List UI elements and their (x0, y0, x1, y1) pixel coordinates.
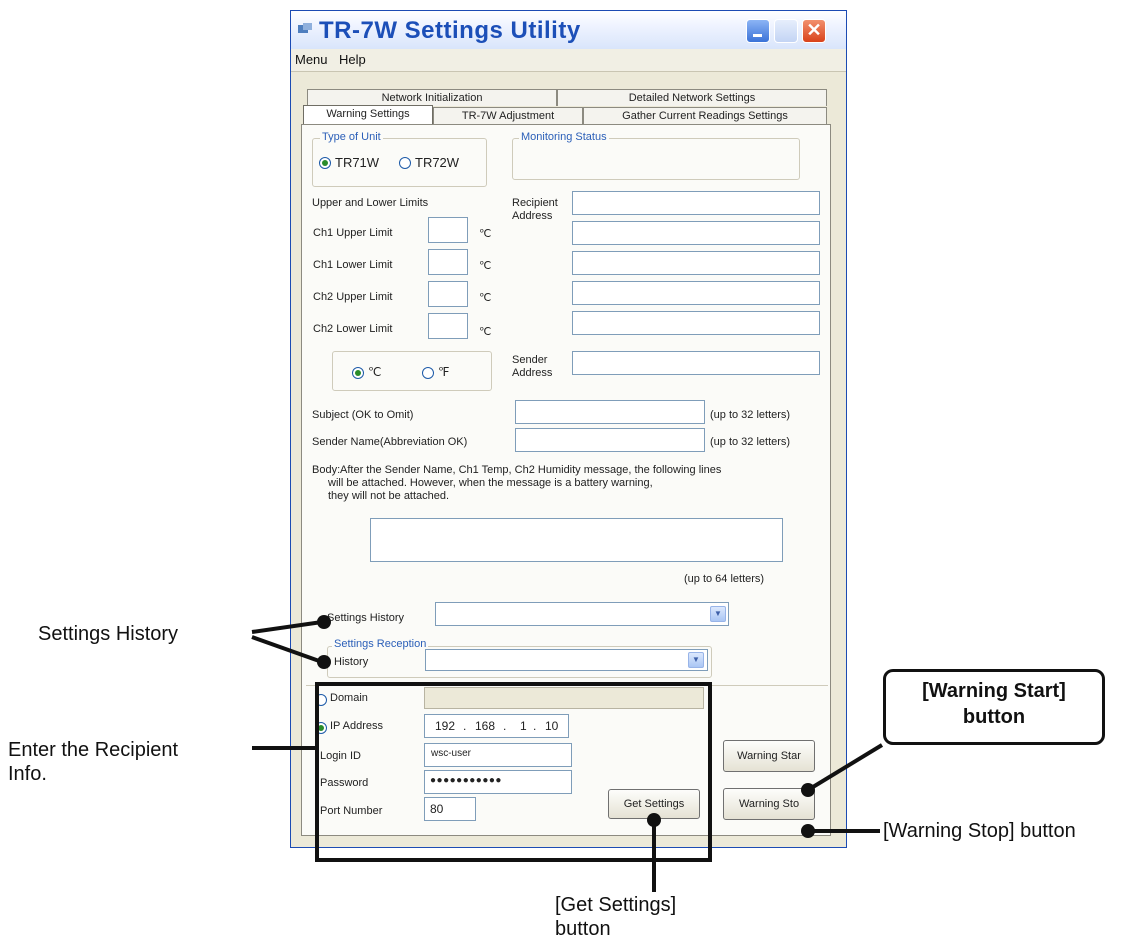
callout-warning-stop: [Warning Stop] button (883, 820, 1076, 842)
callout-warning-start-line1: [Warning Start] (922, 680, 1066, 702)
callout-warning-start-box: [Warning Start] button (883, 669, 1105, 745)
warning-start-leader (806, 743, 884, 792)
settings-history-leader-2 (251, 635, 323, 664)
settings-history-dot-2 (317, 655, 331, 669)
callout-lines (251, 615, 884, 892)
callout-enter-recipient-line1: Enter the Recipient (8, 739, 179, 761)
callout-get-settings-line2: button (555, 918, 611, 940)
callout-warning-start-line2: button (962, 706, 1026, 728)
settings-history-dot-1 (317, 615, 331, 629)
recipient-info-box (315, 682, 712, 862)
warning-stop-dot (801, 824, 815, 838)
warning-start-dot (801, 783, 815, 797)
callout-settings-history: Settings History (38, 623, 179, 645)
callout-enter-recipient-line2: Info. (8, 763, 47, 785)
get-settings-dot (647, 813, 661, 827)
callout-get-settings-line1: [Get Settings] (555, 894, 677, 916)
settings-history-leader-1 (251, 620, 323, 634)
